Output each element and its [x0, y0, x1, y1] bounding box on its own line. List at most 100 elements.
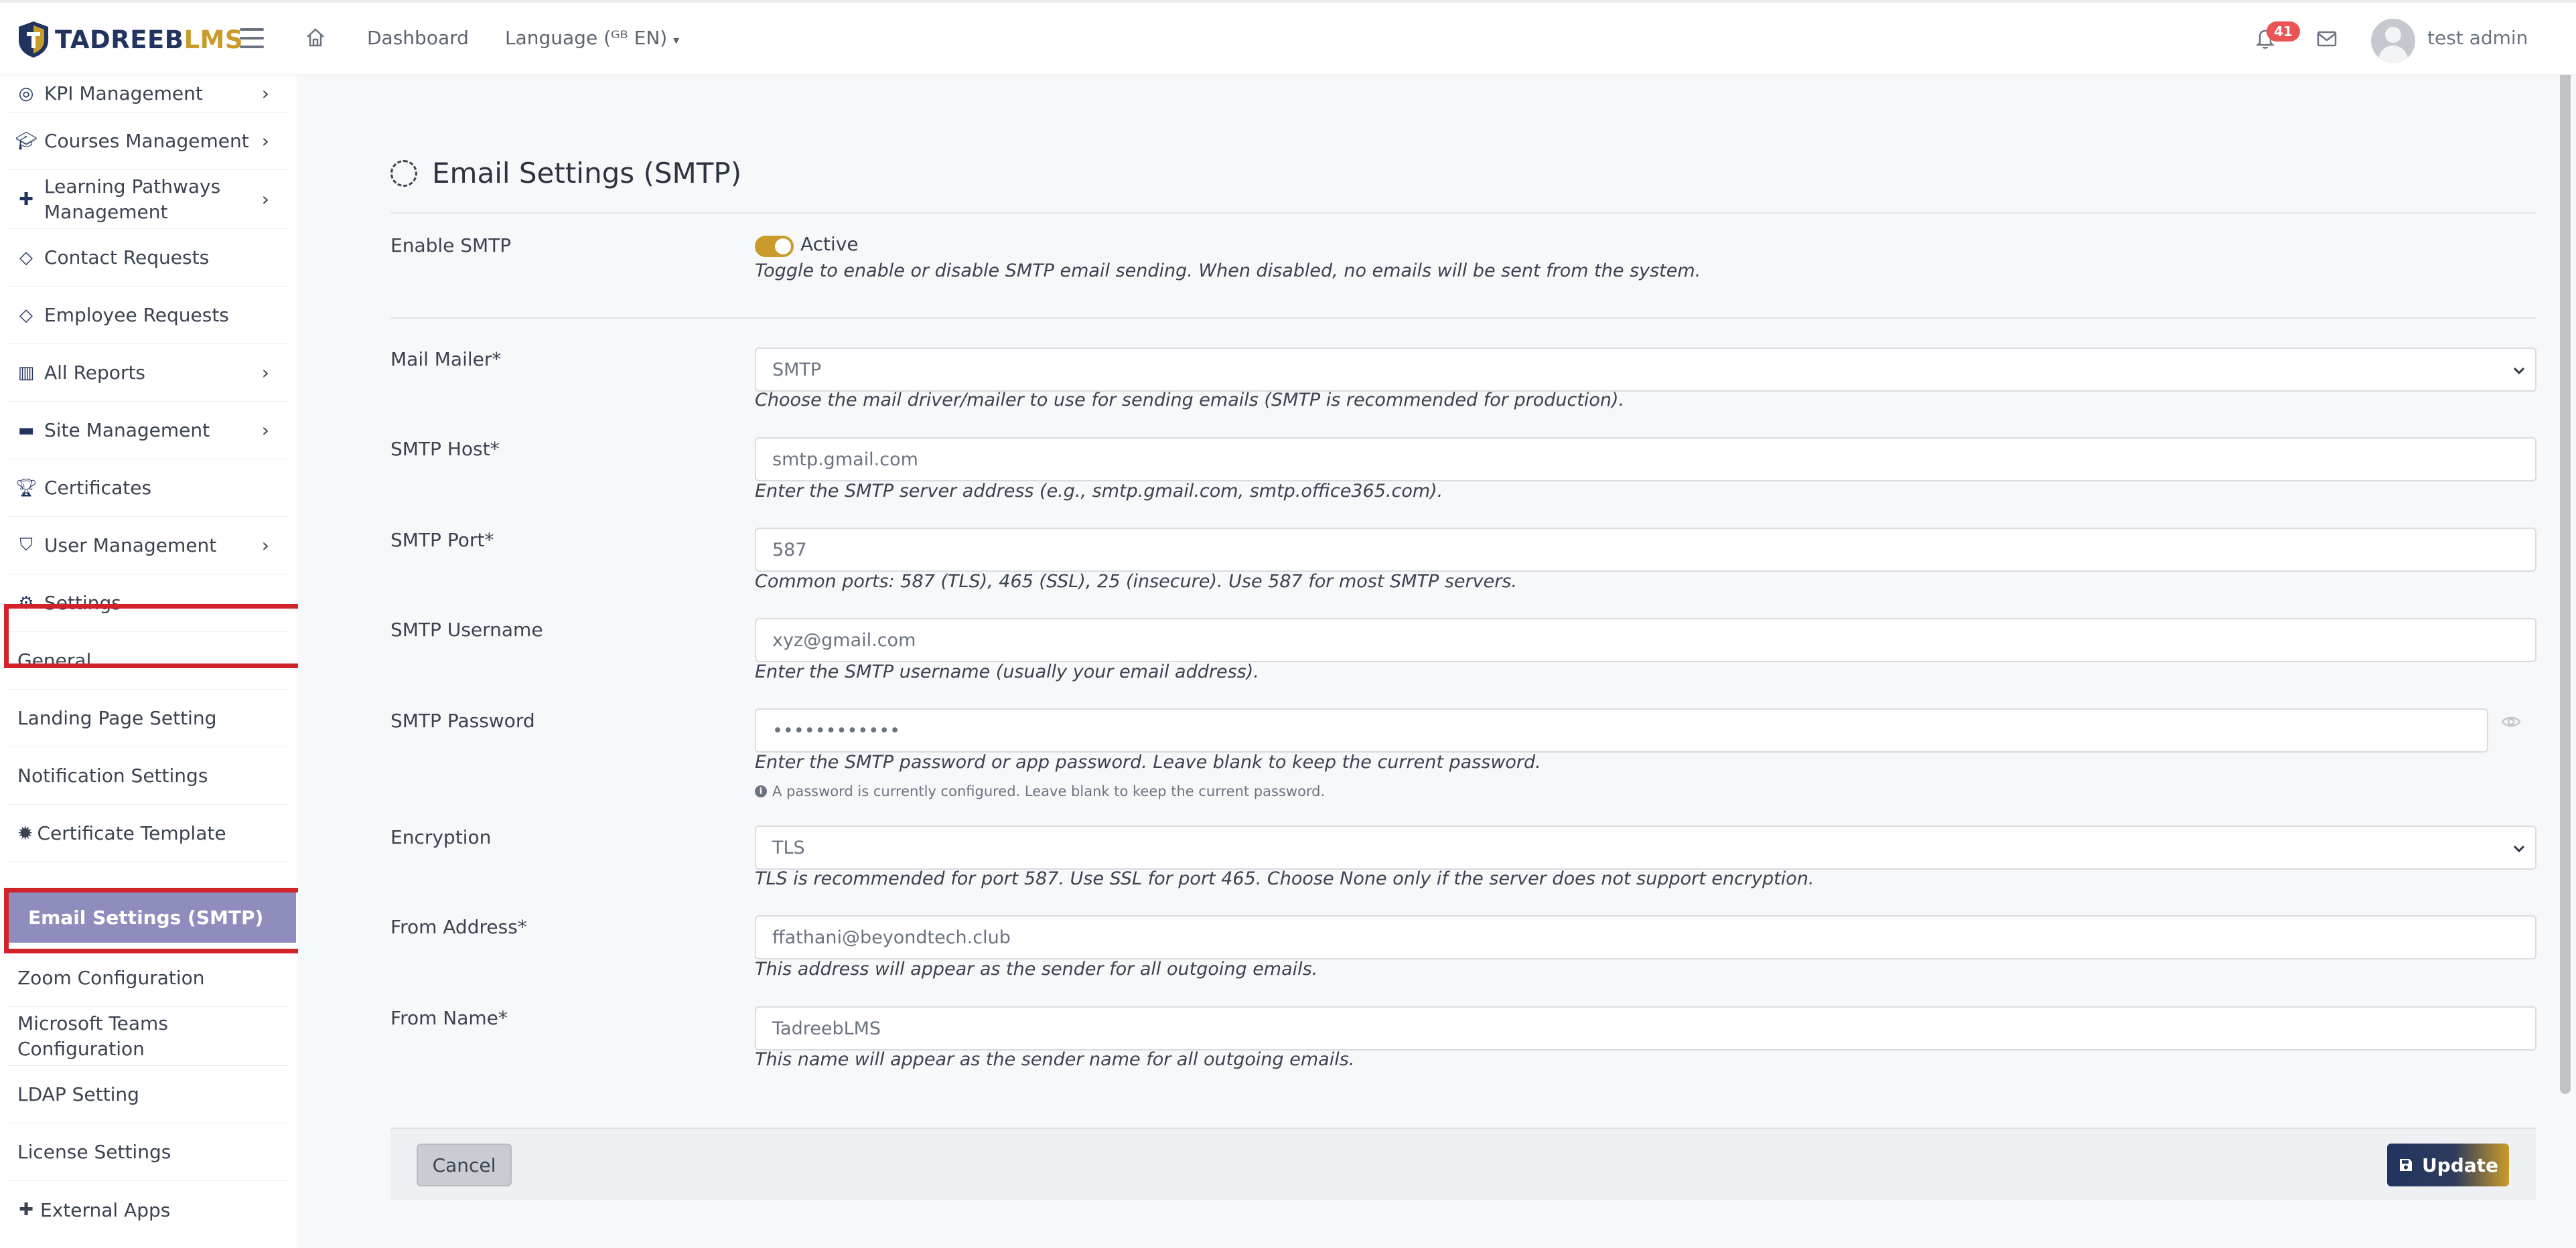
- sidebar-item-label: User Management: [44, 534, 217, 556]
- sidebar-item-employee-requests[interactable]: ◇ Employee Requests: [8, 287, 289, 344]
- sidebar: ◎ KPI Management › 🎓︎ Courses Management…: [0, 75, 297, 1248]
- menu-toggle-icon[interactable]: [240, 28, 264, 48]
- sidebar-item-label: General: [17, 649, 92, 672]
- sidebar-item-label-line2: Configuration: [17, 1037, 145, 1060]
- chevron-down-icon: ⌄: [255, 593, 269, 613]
- logo-text: TADREEBLMS: [55, 25, 244, 54]
- sidebar-subitem-landing-page-setting[interactable]: Landing Page Setting: [8, 690, 289, 747]
- from-name-input[interactable]: TadreebLMS: [755, 1006, 2536, 1050]
- password-configured-note: i A password is currently configured. Le…: [755, 783, 1325, 799]
- page-header: Email Settings (SMTP): [390, 157, 741, 189]
- smtp-port-input[interactable]: 587: [755, 528, 2536, 572]
- sidebar-subitem-certificate-template[interactable]: ✹ Certificate Template: [8, 805, 289, 862]
- sidebar-item-kpi-management[interactable]: ◎ KPI Management ›: [8, 75, 289, 112]
- sidebar-item-label: Microsoft Teams: [17, 1012, 168, 1034]
- toggle-state-label: Active: [800, 233, 859, 255]
- sidebar-item-all-reports[interactable]: ▥ All Reports ›: [8, 344, 289, 402]
- password-note-text: A password is currently configured. Leav…: [772, 783, 1326, 799]
- sidebar-item-label: Certificates: [44, 477, 152, 499]
- enable-smtp-label: Enable SMTP: [390, 234, 512, 256]
- chevron-right-icon: ›: [261, 130, 269, 152]
- target-icon: ◎: [18, 83, 34, 104]
- shield-logo-icon: [19, 21, 48, 58]
- language-dropdown[interactable]: Language (ᴳᴮ EN) ▾: [505, 27, 679, 49]
- smtp-host-label: SMTP Host*: [390, 438, 500, 460]
- sidebar-item-label: License Settings: [17, 1141, 171, 1163]
- user-name[interactable]: test admin: [2427, 27, 2528, 49]
- sidebar-item-label: All Reports: [44, 362, 146, 384]
- enable-smtp-toggle[interactable]: [755, 236, 794, 257]
- sidebar-subitem-external-apps[interactable]: ✚ External Apps: [8, 1181, 289, 1239]
- encryption-select[interactable]: TLS: [755, 826, 2536, 870]
- tag-icon: ◇: [19, 305, 33, 325]
- dashboard-link[interactable]: Dashboard: [367, 27, 469, 49]
- sidebar-item-label: KPI Management: [44, 82, 203, 104]
- main-content: Email Settings (SMTP) Enable SMTP Active…: [298, 75, 2576, 1248]
- sidebar-item-contact-requests[interactable]: ◇ Contact Requests: [8, 229, 289, 287]
- trophy-icon: 🏆︎: [15, 477, 38, 498]
- smtp-username-help: Enter the SMTP username (usually your em…: [755, 661, 1259, 682]
- update-button-label: Update: [2421, 1154, 2499, 1176]
- loading-icon: [390, 159, 417, 187]
- smtp-port-value: 587: [772, 539, 807, 560]
- smtp-password-input[interactable]: ••••••••••••: [755, 708, 2488, 753]
- from-address-input[interactable]: ffathani@beyondtech.club: [755, 915, 2536, 959]
- smtp-host-input[interactable]: smtp.gmail.com: [755, 437, 2536, 481]
- graduation-cap-icon: 🎓︎: [15, 131, 38, 151]
- tag-icon: ◇: [19, 247, 33, 268]
- chevron-down-icon: [2513, 845, 2525, 853]
- mail-icon[interactable]: [2317, 31, 2337, 50]
- mail-mailer-select[interactable]: SMTP: [755, 347, 2536, 392]
- chevron-right-icon: ›: [261, 188, 269, 210]
- sidebar-subitem-notification-settings[interactable]: Notification Settings: [8, 747, 289, 805]
- save-icon: [2399, 1159, 2412, 1171]
- sidebar-item-label: Settings: [44, 592, 121, 614]
- puzzle-icon: ✚: [19, 189, 33, 210]
- sidebar-subitem-microsoft-teams[interactable]: Microsoft Teams Configuration: [8, 1007, 289, 1066]
- smtp-username-input[interactable]: xyz@gmail.com: [755, 618, 2536, 662]
- from-address-value: ffathani@beyondtech.club: [772, 927, 1011, 948]
- smtp-password-label: SMTP Password: [390, 710, 535, 732]
- sidebar-subitem-ldap-setting[interactable]: LDAP Setting: [8, 1066, 289, 1123]
- update-button[interactable]: Update: [2387, 1144, 2509, 1186]
- home-icon[interactable]: [305, 27, 326, 51]
- encryption-value: TLS: [772, 837, 805, 858]
- sidebar-item-user-management[interactable]: ⛉ User Management ›: [8, 517, 289, 574]
- caret-down-icon: ▾: [673, 33, 680, 48]
- chevron-right-icon: ›: [261, 362, 269, 384]
- shield-icon: ⛉: [19, 535, 33, 555]
- sidebar-subitem-zoom-configuration[interactable]: Zoom Configuration: [8, 949, 289, 1007]
- sidebar-item-certificates[interactable]: 🏆︎ Certificates: [8, 459, 289, 517]
- app-logo[interactable]: TADREEBLMS: [17, 16, 243, 63]
- avatar[interactable]: [2371, 19, 2415, 63]
- sidebar-item-site-management[interactable]: ▬ Site Management ›: [8, 402, 289, 459]
- bar-chart-icon: ▥: [17, 362, 35, 383]
- scrollbar[interactable]: [2560, 29, 2571, 1094]
- cancel-button[interactable]: Cancel: [417, 1144, 512, 1186]
- smtp-username-label: SMTP Username: [390, 619, 543, 641]
- sidebar-subitem-license-settings[interactable]: License Settings: [8, 1123, 289, 1181]
- from-name-label: From Name*: [390, 1007, 508, 1029]
- chevron-right-icon: ›: [261, 419, 269, 441]
- mail-mailer-label: Mail Mailer*: [390, 348, 502, 370]
- gear-icon: ✹: [17, 822, 33, 844]
- top-navbar: TADREEBLMS Dashboard Language (ᴳᴮ EN) ▾ …: [0, 0, 2576, 75]
- sidebar-subitem-general[interactable]: General: [8, 632, 289, 690]
- sidebar-item-settings[interactable]: ⚙ Settings ⌄: [8, 574, 289, 632]
- enable-smtp-help: Toggle to enable or disable SMTP email s…: [755, 260, 1701, 281]
- sidebar-item-learning-pathways[interactable]: ✚ Learning Pathways Management ›: [8, 170, 289, 229]
- sidebar-item-label: LDAP Setting: [17, 1083, 139, 1105]
- from-address-label: From Address*: [390, 916, 527, 938]
- eye-icon[interactable]: [2501, 715, 2521, 731]
- smtp-port-label: SMTP Port*: [390, 529, 494, 551]
- smtp-host-value: smtp.gmail.com: [772, 449, 918, 470]
- settings-card: Email Settings (SMTP) Enable SMTP Active…: [336, 75, 2546, 1248]
- sidebar-item-label: Learning Pathways: [44, 175, 221, 198]
- sidebar-subitem-email-settings[interactable]: Email Settings (SMTP): [8, 892, 296, 943]
- mail-mailer-value: SMTP: [772, 359, 822, 380]
- chevron-down-icon: [2513, 367, 2525, 375]
- from-name-value: TadreebLMS: [772, 1018, 881, 1039]
- smtp-username-value: xyz@gmail.com: [772, 629, 916, 651]
- sidebar-item-label: Zoom Configuration: [17, 967, 205, 989]
- sidebar-item-courses-management[interactable]: 🎓︎ Courses Management ›: [8, 112, 289, 170]
